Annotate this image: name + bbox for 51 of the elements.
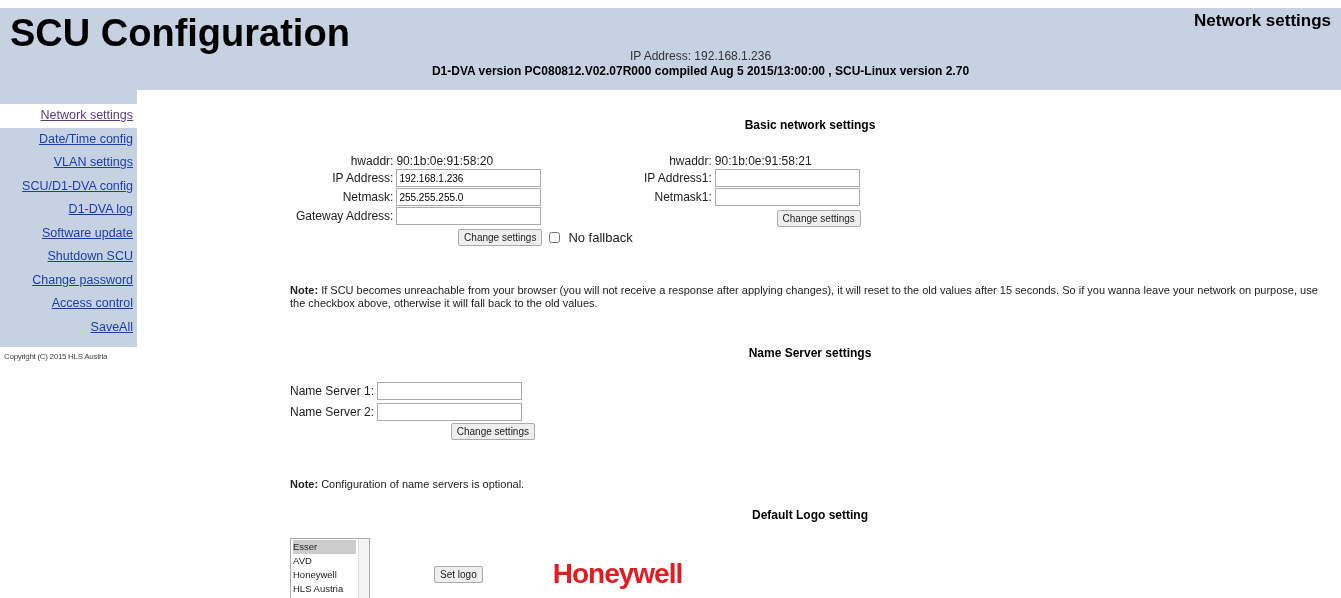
checkbox-label: No fallback	[568, 230, 633, 245]
hwaddr-label: hwaddr:	[349, 154, 394, 168]
field-label: Name Server 1:	[290, 384, 375, 398]
hwaddr-label: hwaddr:	[668, 154, 712, 168]
section-heading: Default Logo setting	[751, 508, 869, 522]
version-text: D1-DVA version PC080812.V02.07R000 compiled Aug 5 2015/13:00:00 , SCU-Linux version 2.70	[430, 64, 971, 78]
note-text: Note: If SCU becomes unreachable from your browser (you will not receive a response after applying changes), it will reset to the old values after 15 seconds. So if you wanna leave your network on purpose, use the checkbox above, otherwise it will fall back to the old values.	[290, 284, 1319, 310]
logo-listbox[interactable]: Esser AVD Honeywell HLS Austria	[290, 538, 370, 598]
page-title: SCU Configuration	[10, 12, 350, 55]
field-label: Netmask:	[341, 190, 394, 204]
hwaddr-value: 90:1b:0e:91:58:20	[396, 154, 495, 168]
sidebar-link[interactable]: Shutdown SCU	[6, 245, 133, 269]
input-field[interactable]: 255.255.255.0	[396, 188, 542, 206]
change-settings-button[interactable]: Change settings	[450, 423, 535, 440]
ip-address-text: IP Address: 192.168.1.236	[628, 49, 773, 63]
section-heading: Name Server settings	[747, 346, 873, 360]
sidebar-link[interactable]: Software update	[6, 221, 133, 245]
sidebar-link[interactable]: SCU/D1-DVA config	[6, 174, 133, 198]
section-heading: Basic network settings	[743, 118, 877, 132]
section-title: Network settings	[1194, 11, 1331, 31]
input-field[interactable]	[714, 169, 860, 187]
list-option[interactable]: Esser	[293, 540, 356, 554]
logo: Honeywell	[552, 558, 683, 590]
field-label: Name Server 2:	[290, 405, 375, 419]
input-field[interactable]	[396, 207, 542, 225]
copyright-text: Copyright (C) 2015 HLS Austria	[3, 351, 109, 361]
input-field[interactable]	[377, 382, 523, 400]
field-label: IP Address:	[331, 171, 394, 185]
sidebar-link[interactable]: VLAN settings	[6, 151, 133, 175]
field-label: Netmask1:	[653, 190, 712, 204]
input-field[interactable]	[377, 403, 523, 421]
list-option[interactable]: AVD	[293, 554, 356, 568]
checkbox[interactable]	[549, 232, 561, 243]
scrollbar[interactable]	[358, 539, 369, 598]
input-field[interactable]: 192.168.1.236	[396, 169, 542, 187]
change-settings-button[interactable]: Change settings	[458, 229, 543, 246]
sidebar-link[interactable]: Access control	[6, 292, 133, 316]
sidebar-link[interactable]: Network settings	[0, 104, 137, 128]
input-field[interactable]	[714, 188, 860, 206]
sidebar-link[interactable]: Date/Time config	[6, 127, 133, 151]
field-label: IP Address1:	[644, 171, 712, 185]
sidebar-link[interactable]: D1-DVA log	[6, 198, 133, 222]
hwaddr-value: 90:1b:0e:91:58:21	[714, 154, 813, 168]
note-text: Note: Configuration of name servers is optional.	[290, 478, 526, 490]
sidebar-link[interactable]: SaveAll	[6, 315, 133, 339]
set-logo-button[interactable]: Set logo	[434, 565, 483, 583]
sidebar-link[interactable]: Change password	[6, 268, 133, 292]
field-label: Gateway Address:	[296, 209, 394, 223]
change-settings-button[interactable]: Change settings	[776, 210, 861, 227]
list-option[interactable]: Honeywell	[293, 568, 356, 582]
list-option[interactable]: HLS Austria	[293, 582, 356, 596]
